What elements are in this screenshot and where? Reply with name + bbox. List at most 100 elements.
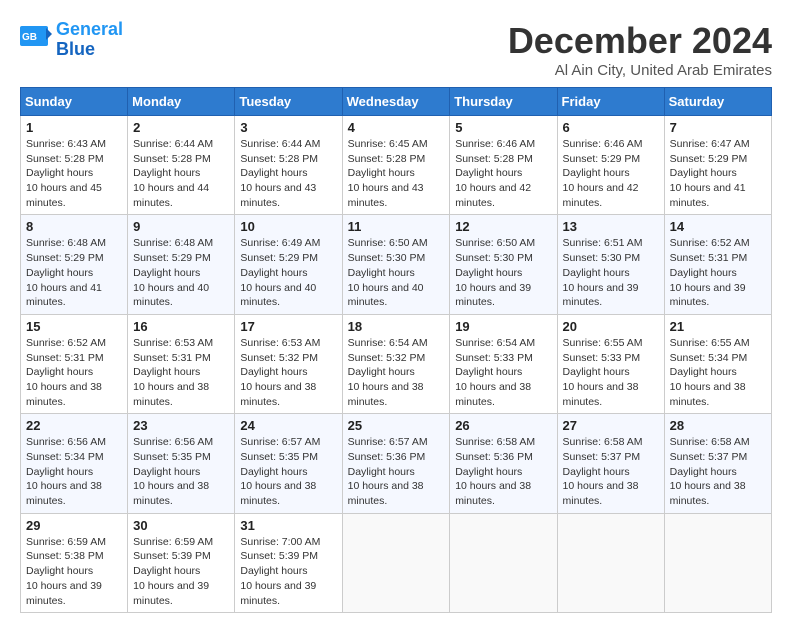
- day-info: Sunrise: 6:44 AM Sunset: 5:28 PM Dayligh…: [240, 137, 336, 210]
- day-info: Sunrise: 6:54 AM Sunset: 5:33 PM Dayligh…: [455, 336, 551, 409]
- calendar-cell: 12 Sunrise: 6:50 AM Sunset: 5:30 PM Dayl…: [450, 215, 557, 314]
- weekday-header: Friday: [557, 88, 664, 116]
- calendar-cell: 22 Sunrise: 6:56 AM Sunset: 5:34 PM Dayl…: [21, 414, 128, 513]
- calendar: SundayMondayTuesdayWednesdayThursdayFrid…: [20, 87, 772, 613]
- calendar-cell: 1 Sunrise: 6:43 AM Sunset: 5:28 PM Dayli…: [21, 116, 128, 215]
- weekday-header: Tuesday: [235, 88, 342, 116]
- day-number: 13: [563, 219, 659, 234]
- day-info: Sunrise: 6:58 AM Sunset: 5:37 PM Dayligh…: [563, 435, 659, 508]
- weekday-header: Thursday: [450, 88, 557, 116]
- day-info: Sunrise: 6:59 AM Sunset: 5:39 PM Dayligh…: [133, 535, 229, 608]
- calendar-cell: 26 Sunrise: 6:58 AM Sunset: 5:36 PM Dayl…: [450, 414, 557, 513]
- day-info: Sunrise: 6:58 AM Sunset: 5:37 PM Dayligh…: [670, 435, 766, 508]
- day-info: Sunrise: 6:52 AM Sunset: 5:31 PM Dayligh…: [670, 236, 766, 309]
- calendar-cell: 27 Sunrise: 6:58 AM Sunset: 5:37 PM Dayl…: [557, 414, 664, 513]
- calendar-cell: 18 Sunrise: 6:54 AM Sunset: 5:32 PM Dayl…: [342, 314, 450, 413]
- weekday-header: Wednesday: [342, 88, 450, 116]
- day-info: Sunrise: 6:48 AM Sunset: 5:29 PM Dayligh…: [133, 236, 229, 309]
- day-info: Sunrise: 6:46 AM Sunset: 5:29 PM Dayligh…: [563, 137, 659, 210]
- location: Al Ain City, United Arab Emirates: [508, 62, 772, 79]
- day-info: Sunrise: 6:51 AM Sunset: 5:30 PM Dayligh…: [563, 236, 659, 309]
- day-number: 6: [563, 120, 659, 135]
- month-title: December 2024: [508, 20, 772, 62]
- day-number: 24: [240, 418, 336, 433]
- calendar-cell: 8 Sunrise: 6:48 AM Sunset: 5:29 PM Dayli…: [21, 215, 128, 314]
- day-info: Sunrise: 6:49 AM Sunset: 5:29 PM Dayligh…: [240, 236, 336, 309]
- day-number: 8: [26, 219, 122, 234]
- day-info: Sunrise: 6:56 AM Sunset: 5:34 PM Dayligh…: [26, 435, 122, 508]
- svg-text:GB: GB: [22, 32, 37, 43]
- day-info: Sunrise: 6:45 AM Sunset: 5:28 PM Dayligh…: [348, 137, 445, 210]
- day-info: Sunrise: 6:46 AM Sunset: 5:28 PM Dayligh…: [455, 137, 551, 210]
- calendar-cell: 30 Sunrise: 6:59 AM Sunset: 5:39 PM Dayl…: [128, 513, 235, 612]
- logo-text: General Blue: [56, 20, 123, 60]
- calendar-cell: 24 Sunrise: 6:57 AM Sunset: 5:35 PM Dayl…: [235, 414, 342, 513]
- day-info: Sunrise: 6:53 AM Sunset: 5:31 PM Dayligh…: [133, 336, 229, 409]
- day-number: 27: [563, 418, 659, 433]
- day-number: 19: [455, 319, 551, 334]
- calendar-cell: [450, 513, 557, 612]
- day-info: Sunrise: 6:57 AM Sunset: 5:36 PM Dayligh…: [348, 435, 445, 508]
- weekday-header: Sunday: [21, 88, 128, 116]
- day-number: 22: [26, 418, 122, 433]
- calendar-cell: 13 Sunrise: 6:51 AM Sunset: 5:30 PM Dayl…: [557, 215, 664, 314]
- day-number: 12: [455, 219, 551, 234]
- day-number: 16: [133, 319, 229, 334]
- day-info: Sunrise: 6:50 AM Sunset: 5:30 PM Dayligh…: [455, 236, 551, 309]
- calendar-cell: 15 Sunrise: 6:52 AM Sunset: 5:31 PM Dayl…: [21, 314, 128, 413]
- day-info: Sunrise: 6:59 AM Sunset: 5:38 PM Dayligh…: [26, 535, 122, 608]
- day-info: Sunrise: 7:00 AM Sunset: 5:39 PM Dayligh…: [240, 535, 336, 608]
- day-info: Sunrise: 6:43 AM Sunset: 5:28 PM Dayligh…: [26, 137, 122, 210]
- day-number: 9: [133, 219, 229, 234]
- calendar-cell: 23 Sunrise: 6:56 AM Sunset: 5:35 PM Dayl…: [128, 414, 235, 513]
- calendar-cell: 31 Sunrise: 7:00 AM Sunset: 5:39 PM Dayl…: [235, 513, 342, 612]
- day-info: Sunrise: 6:56 AM Sunset: 5:35 PM Dayligh…: [133, 435, 229, 508]
- day-number: 18: [348, 319, 445, 334]
- calendar-cell: 3 Sunrise: 6:44 AM Sunset: 5:28 PM Dayli…: [235, 116, 342, 215]
- day-number: 17: [240, 319, 336, 334]
- day-number: 26: [455, 418, 551, 433]
- day-number: 10: [240, 219, 336, 234]
- day-number: 23: [133, 418, 229, 433]
- day-info: Sunrise: 6:58 AM Sunset: 5:36 PM Dayligh…: [455, 435, 551, 508]
- calendar-cell: 19 Sunrise: 6:54 AM Sunset: 5:33 PM Dayl…: [450, 314, 557, 413]
- calendar-cell: 2 Sunrise: 6:44 AM Sunset: 5:28 PM Dayli…: [128, 116, 235, 215]
- day-number: 4: [348, 120, 445, 135]
- calendar-cell: [557, 513, 664, 612]
- day-number: 30: [133, 518, 229, 533]
- calendar-cell: 20 Sunrise: 6:55 AM Sunset: 5:33 PM Dayl…: [557, 314, 664, 413]
- day-number: 28: [670, 418, 766, 433]
- calendar-cell: 11 Sunrise: 6:50 AM Sunset: 5:30 PM Dayl…: [342, 215, 450, 314]
- day-number: 2: [133, 120, 229, 135]
- day-number: 31: [240, 518, 336, 533]
- calendar-cell: 7 Sunrise: 6:47 AM Sunset: 5:29 PM Dayli…: [664, 116, 771, 215]
- calendar-cell: [664, 513, 771, 612]
- day-number: 15: [26, 319, 122, 334]
- calendar-cell: 4 Sunrise: 6:45 AM Sunset: 5:28 PM Dayli…: [342, 116, 450, 215]
- logo: GB General Blue: [20, 20, 123, 60]
- calendar-cell: 25 Sunrise: 6:57 AM Sunset: 5:36 PM Dayl…: [342, 414, 450, 513]
- day-info: Sunrise: 6:57 AM Sunset: 5:35 PM Dayligh…: [240, 435, 336, 508]
- calendar-cell: [342, 513, 450, 612]
- day-info: Sunrise: 6:50 AM Sunset: 5:30 PM Dayligh…: [348, 236, 445, 309]
- calendar-cell: 17 Sunrise: 6:53 AM Sunset: 5:32 PM Dayl…: [235, 314, 342, 413]
- calendar-cell: 28 Sunrise: 6:58 AM Sunset: 5:37 PM Dayl…: [664, 414, 771, 513]
- calendar-cell: 9 Sunrise: 6:48 AM Sunset: 5:29 PM Dayli…: [128, 215, 235, 314]
- day-number: 21: [670, 319, 766, 334]
- day-number: 3: [240, 120, 336, 135]
- day-info: Sunrise: 6:44 AM Sunset: 5:28 PM Dayligh…: [133, 137, 229, 210]
- day-info: Sunrise: 6:55 AM Sunset: 5:34 PM Dayligh…: [670, 336, 766, 409]
- calendar-cell: 29 Sunrise: 6:59 AM Sunset: 5:38 PM Dayl…: [21, 513, 128, 612]
- day-info: Sunrise: 6:54 AM Sunset: 5:32 PM Dayligh…: [348, 336, 445, 409]
- weekday-header: Monday: [128, 88, 235, 116]
- calendar-cell: 14 Sunrise: 6:52 AM Sunset: 5:31 PM Dayl…: [664, 215, 771, 314]
- calendar-cell: 6 Sunrise: 6:46 AM Sunset: 5:29 PM Dayli…: [557, 116, 664, 215]
- weekday-header: Saturday: [664, 88, 771, 116]
- day-number: 1: [26, 120, 122, 135]
- day-info: Sunrise: 6:52 AM Sunset: 5:31 PM Dayligh…: [26, 336, 122, 409]
- day-number: 11: [348, 219, 445, 234]
- day-number: 14: [670, 219, 766, 234]
- day-info: Sunrise: 6:47 AM Sunset: 5:29 PM Dayligh…: [670, 137, 766, 210]
- day-info: Sunrise: 6:53 AM Sunset: 5:32 PM Dayligh…: [240, 336, 336, 409]
- day-number: 20: [563, 319, 659, 334]
